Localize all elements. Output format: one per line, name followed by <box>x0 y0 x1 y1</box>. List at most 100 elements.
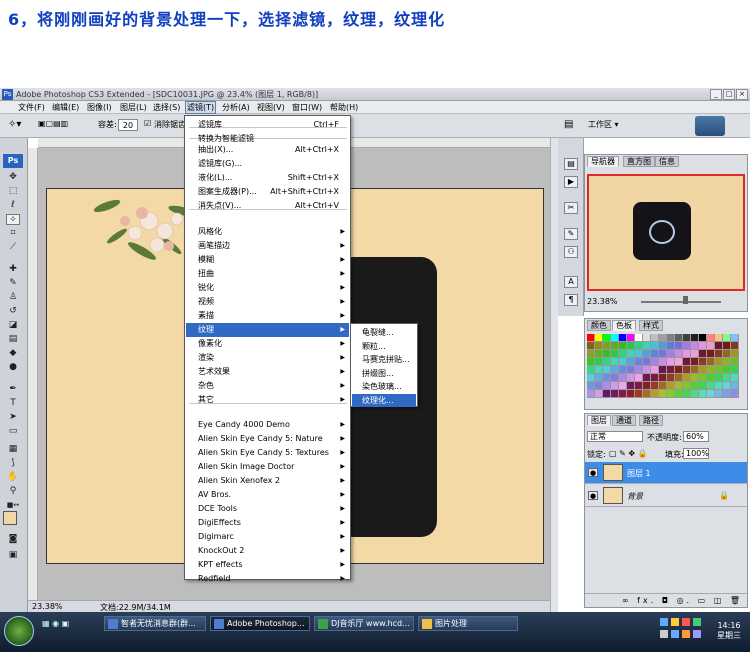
taskbar-item[interactable]: DJ音乐厅 www.hcd... <box>314 616 414 631</box>
color-swatch[interactable] <box>595 350 603 358</box>
slice-tool-icon[interactable]: ⟋ <box>6 242 20 253</box>
filter-menu-item[interactable]: 视频 ▶ <box>186 295 349 309</box>
navigator-zoom[interactable]: 23.38% <box>587 297 618 306</box>
color-swatch[interactable] <box>723 382 731 390</box>
tab-styles[interactable]: 样式 <box>639 320 663 331</box>
color-swatch[interactable] <box>603 382 611 390</box>
color-swatch[interactable] <box>619 350 627 358</box>
color-swatch[interactable] <box>587 342 595 350</box>
color-swatch[interactable] <box>595 366 603 374</box>
filter-menu-item[interactable]: 模糊 ▶ <box>186 253 349 267</box>
color-swatch[interactable] <box>683 374 691 382</box>
filter-menu-item[interactable]: 扭曲 ▶ <box>186 267 349 281</box>
color-swatch[interactable] <box>651 342 659 350</box>
color-swatch[interactable] <box>683 366 691 374</box>
history-panel-icon[interactable]: ▤ <box>564 158 578 170</box>
tray-icon[interactable] <box>693 630 701 638</box>
color-swatch[interactable] <box>643 382 651 390</box>
screen-mode-icon[interactable]: ▣ <box>6 550 20 561</box>
tab-info[interactable]: 信息 <box>655 156 679 167</box>
menu-filter[interactable]: 滤镜(T) <box>185 101 217 114</box>
menu-file[interactable]: 文件(F) <box>18 102 45 113</box>
color-swatch[interactable] <box>715 342 723 350</box>
color-swatch[interactable] <box>611 350 619 358</box>
color-swatch[interactable] <box>643 366 651 374</box>
color-swatch[interactable] <box>731 334 739 342</box>
navigator-thumbnail[interactable] <box>587 174 745 291</box>
color-swatch[interactable] <box>619 390 627 398</box>
clone-stamp-icon[interactable]: ♙ <box>6 292 20 303</box>
color-swatch[interactable] <box>723 350 731 358</box>
menu-window[interactable]: 窗口(W) <box>292 102 322 113</box>
color-swatch[interactable] <box>587 366 595 374</box>
texture-submenu-item[interactable]: 染色玻璃... <box>352 380 416 394</box>
color-swatch[interactable] <box>731 390 739 398</box>
filter-menu-item[interactable]: 渲染 ▶ <box>186 351 349 365</box>
color-swatch[interactable] <box>675 350 683 358</box>
color-swatch[interactable] <box>643 358 651 366</box>
eye-icon[interactable]: ● <box>588 491 598 500</box>
layer-name[interactable]: 图层 1 <box>627 468 651 479</box>
color-swatch[interactable] <box>707 358 715 366</box>
tool-presets-icon[interactable]: ✂ <box>564 202 578 214</box>
color-swatch[interactable] <box>731 342 739 350</box>
filter-menu-item[interactable]: 锐化 ▶ <box>186 281 349 295</box>
color-swatch[interactable] <box>611 358 619 366</box>
color-swatch[interactable] <box>611 334 619 342</box>
color-swatch[interactable] <box>723 334 731 342</box>
marquee-tool-icon[interactable]: ⬚ <box>6 186 20 197</box>
color-swatch[interactable] <box>731 382 739 390</box>
taskbar-item[interactable]: 智者无忧消息群(群... <box>104 616 206 631</box>
filter-menu-item[interactable]: AV Bros. ▶ <box>186 488 349 502</box>
color-swatch[interactable] <box>667 350 675 358</box>
color-swatch[interactable] <box>667 342 675 350</box>
color-swatch[interactable] <box>627 350 635 358</box>
filter-menu-item[interactable]: 滤镜库(G)... <box>186 157 349 171</box>
zoom-slider-handle[interactable] <box>683 296 688 304</box>
color-swatch[interactable] <box>659 390 667 398</box>
color-swatch[interactable] <box>627 334 635 342</box>
color-swatch[interactable] <box>707 350 715 358</box>
navigator-zoom-slider[interactable] <box>641 301 721 303</box>
color-swatch[interactable] <box>611 366 619 374</box>
color-swatch[interactable] <box>635 374 643 382</box>
color-swatch[interactable] <box>643 350 651 358</box>
clone-source-icon[interactable]: ⚇ <box>564 246 578 258</box>
color-swatch[interactable] <box>691 334 699 342</box>
color-swatch[interactable] <box>699 334 707 342</box>
color-swatch[interactable] <box>691 350 699 358</box>
filter-menu-item[interactable]: KPT effects ▶ <box>186 558 349 572</box>
color-swatch[interactable] <box>651 350 659 358</box>
color-swatch[interactable] <box>675 390 683 398</box>
color-swatch[interactable] <box>635 334 643 342</box>
system-tray-icons[interactable] <box>660 616 706 646</box>
color-swatch[interactable] <box>691 382 699 390</box>
color-swatch[interactable] <box>651 334 659 342</box>
shape-tool-icon[interactable]: ▭ <box>6 426 20 437</box>
color-swatch[interactable] <box>603 390 611 398</box>
magic-wand-tool-icon[interactable]: ✧ <box>6 214 20 225</box>
color-swatch[interactable] <box>659 366 667 374</box>
color-swatch[interactable] <box>587 382 595 390</box>
color-swatch[interactable] <box>723 374 731 382</box>
color-swatch[interactable] <box>723 358 731 366</box>
color-swatch[interactable] <box>675 374 683 382</box>
color-swatch[interactable] <box>587 390 595 398</box>
lasso-tool-icon[interactable]: ℓ <box>6 200 20 211</box>
filter-menu-item[interactable]: 纹理 ▶ <box>186 323 349 337</box>
history-brush-icon[interactable]: ↺ <box>6 306 20 317</box>
zoom-readout[interactable]: 23.38% <box>32 602 63 611</box>
tolerance-input[interactable]: 20 <box>118 119 138 131</box>
color-swatch[interactable] <box>627 366 635 374</box>
tab-swatches[interactable]: 色板 <box>612 320 636 331</box>
color-swatch[interactable] <box>707 334 715 342</box>
brush-tool-icon[interactable]: ✎ <box>6 278 20 289</box>
filter-menu-item[interactable]: Alien Skin Xenofex 2 ▶ <box>186 474 349 488</box>
menu-select[interactable]: 选择(S) <box>153 102 180 113</box>
color-swatch[interactable] <box>675 366 683 374</box>
color-swatch[interactable] <box>683 382 691 390</box>
color-swatch[interactable] <box>731 366 739 374</box>
tray-icon[interactable] <box>682 630 690 638</box>
color-swatch[interactable] <box>635 382 643 390</box>
filter-menu-item[interactable]: 艺术效果 ▶ <box>186 365 349 379</box>
